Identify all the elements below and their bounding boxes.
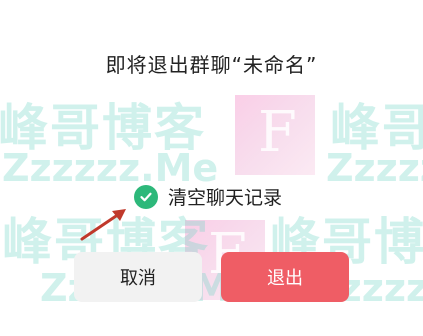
clear-history-label: 清空聊天记录 [168, 187, 283, 209]
dialog-title: 即将退出群聊“未命名” [105, 53, 318, 77]
cancel-button-label: 取消 [120, 268, 156, 289]
watermark-brand-right: 峰哥博客 [330, 99, 423, 157]
watermark-letter: F [258, 100, 297, 165]
check-circle-icon[interactable] [134, 184, 158, 209]
exit-button[interactable]: 退出 [221, 252, 349, 302]
exit-button-label: 退出 [267, 268, 303, 289]
clear-history-option[interactable]: 清空聊天记录 [134, 183, 282, 210]
cancel-button[interactable]: 取消 [74, 252, 202, 302]
watermark-site-right: Zzzzzz.Me [326, 146, 423, 190]
exit-group-dialog: F F 峰哥博客 峰哥博客 Zzzzzz.Me Zzzzzz.Me 峰哥博客 峰… [0, 0, 423, 336]
watermark-brand: 峰哥博客 [0, 99, 206, 157]
annotation-arrow-icon [80, 209, 126, 241]
